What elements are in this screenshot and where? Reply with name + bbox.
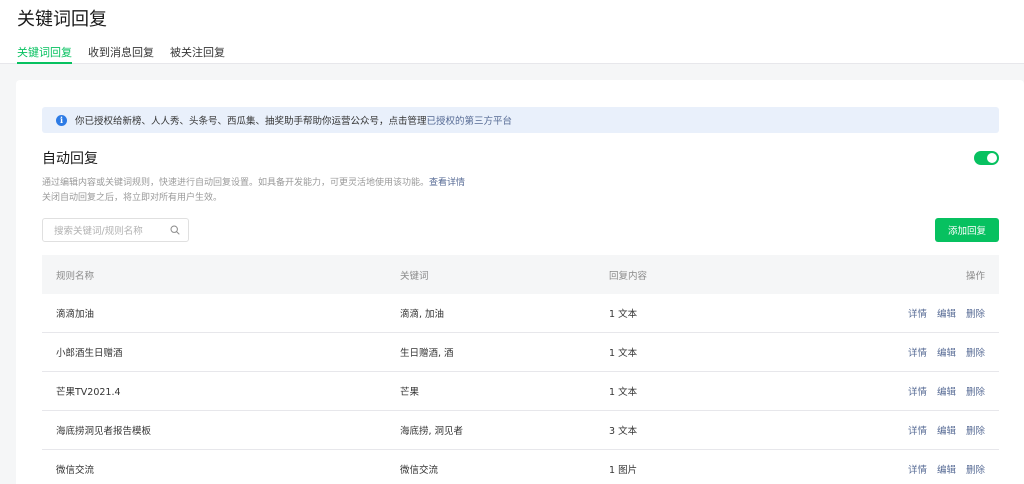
row-actions: 详情 编辑 删除 [898, 462, 985, 476]
third-party-platform-link[interactable]: 已授权的第三方平台 [427, 113, 513, 127]
notice-text: 你已授权给新榜、人人秀、头条号、西瓜集、抽奖助手帮助你运营公众号，点击管理 [75, 116, 427, 127]
page-title: 关键词回复 [17, 9, 107, 30]
edit-link[interactable]: 编辑 [937, 426, 956, 437]
delete-link[interactable]: 删除 [966, 348, 985, 359]
rules-table: 规则名称 关键词 回复内容 操作 滴滴加油 滴滴, 加油 1 文本 详情 编辑 删除… [42, 255, 999, 484]
search-input[interactable] [43, 220, 161, 243]
tab-keyword-reply[interactable]: 关键词回复 [17, 44, 72, 64]
auto-reply-note: 关闭自动回复之后，将立即对所有用户生效。 [42, 193, 223, 203]
table-row: 滴滴加油 滴滴, 加油 1 文本 详情 编辑 删除 [42, 294, 999, 333]
table-header: 规则名称 关键词 回复内容 操作 [42, 255, 999, 294]
header-actions: 操作 [965, 270, 985, 282]
edit-link[interactable]: 编辑 [937, 348, 956, 359]
rule-keywords: 芒果 [400, 387, 420, 398]
tab-follow-reply[interactable]: 被关注回复 [170, 44, 225, 64]
rule-name: 芒果TV2021.4 [56, 387, 121, 398]
toggle-knob [987, 153, 997, 163]
row-actions: 详情 编辑 删除 [898, 423, 985, 437]
auto-reply-desc-text: 通过编辑内容或关键词规则，快速进行自动回复设置。如具备开发能力，可更灵活地使用该… [42, 178, 430, 188]
search-box [42, 218, 189, 243]
rule-keywords: 滴滴, 加油 [400, 309, 445, 320]
view-details-link[interactable]: 查看详情 [429, 178, 465, 188]
delete-link[interactable]: 删除 [966, 465, 985, 476]
auto-reply-title: 自动回复 [42, 151, 98, 167]
edit-link[interactable]: 编辑 [937, 309, 956, 320]
add-reply-button[interactable]: 添加回复 [935, 218, 999, 242]
row-actions: 详情 编辑 删除 [898, 345, 985, 359]
details-link[interactable]: 详情 [908, 426, 927, 437]
details-link[interactable]: 详情 [908, 348, 927, 359]
rule-content: 1 图片 [609, 465, 638, 476]
table-row: 海底捞洞见者报告模板 海底捞, 洞见者 3 文本 详情 编辑 删除 [42, 411, 999, 450]
details-link[interactable]: 详情 [908, 465, 927, 476]
rule-content: 1 文本 [609, 309, 638, 320]
rule-keywords: 海底捞, 洞见者 [400, 426, 464, 437]
rule-name: 海底捞洞见者报告模板 [56, 426, 152, 437]
delete-link[interactable]: 删除 [966, 387, 985, 398]
rule-content: 1 文本 [609, 387, 638, 398]
page-header: 关键词回复 关键词回复 收到消息回复 被关注回复 [0, 0, 1024, 64]
tab-message-reply[interactable]: 收到消息回复 [88, 44, 154, 64]
table-row: 微信交流 微信交流 1 图片 详情 编辑 删除 [42, 450, 999, 484]
rule-content: 1 文本 [609, 348, 638, 359]
auto-reply-toggle[interactable] [974, 151, 999, 165]
details-link[interactable]: 详情 [908, 387, 927, 398]
table-row: 芒果TV2021.4 芒果 1 文本 详情 编辑 删除 [42, 372, 999, 411]
header-reply-content: 回复内容 [609, 270, 648, 282]
details-link[interactable]: 详情 [908, 309, 927, 320]
edit-link[interactable]: 编辑 [937, 465, 956, 476]
rule-keywords: 生日赠酒, 酒 [400, 348, 454, 359]
rule-name: 小郎酒生日赠酒 [56, 348, 123, 359]
auto-reply-description: 通过编辑内容或关键词规则，快速进行自动回复设置。如具备开发能力，可更灵活地使用该… [42, 175, 465, 188]
tab-bar: 关键词回复 收到消息回复 被关注回复 [17, 44, 241, 64]
edit-link[interactable]: 编辑 [937, 387, 956, 398]
row-actions: 详情 编辑 删除 [898, 306, 985, 320]
header-keywords: 关键词 [400, 270, 429, 282]
rule-name: 滴滴加油 [56, 309, 95, 320]
rule-keywords: 微信交流 [400, 465, 439, 476]
authorization-notice: i 你已授权给新榜、人人秀、头条号、西瓜集、抽奖助手帮助你运营公众号，点击管理 … [42, 107, 999, 133]
rule-name: 微信交流 [56, 465, 95, 476]
content-card: i 你已授权给新榜、人人秀、头条号、西瓜集、抽奖助手帮助你运营公众号，点击管理 … [16, 80, 1024, 484]
delete-link[interactable]: 删除 [966, 426, 985, 437]
table-row: 小郎酒生日赠酒 生日赠酒, 酒 1 文本 详情 编辑 删除 [42, 333, 999, 372]
row-actions: 详情 编辑 删除 [898, 384, 985, 398]
header-rule-name: 规则名称 [56, 270, 95, 282]
search-icon[interactable] [170, 225, 180, 235]
rule-content: 3 文本 [609, 426, 638, 437]
info-icon: i [56, 114, 67, 126]
delete-link[interactable]: 删除 [966, 309, 985, 320]
